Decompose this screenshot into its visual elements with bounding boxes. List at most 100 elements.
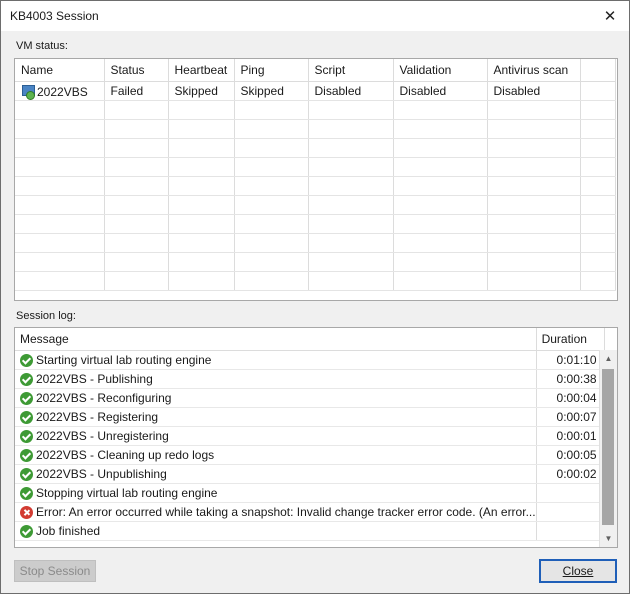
log-message-wrap: 2022VBS - Cleaning up redo logs <box>20 448 535 462</box>
empty-cell <box>580 271 616 291</box>
empty-cell <box>234 119 309 139</box>
empty-cell <box>487 214 581 234</box>
empty-cell <box>580 252 616 272</box>
log-message-cell: Starting virtual lab routing engine <box>15 350 537 370</box>
empty-cell <box>308 214 394 234</box>
check-circle-icon <box>20 486 33 500</box>
close-icon[interactable]: ✕ <box>597 4 623 28</box>
vm-value-validation: Disabled <box>399 84 447 98</box>
log-message-wrap: 2022VBS - Reconfiguring <box>20 391 535 405</box>
check-circle-icon <box>20 524 33 538</box>
log-row[interactable]: 2022VBS - Cleaning up redo logs 0:00:05 <box>15 445 605 465</box>
log-row[interactable]: Starting virtual lab routing engine 0:01:… <box>15 350 605 370</box>
log-message-cell: Job finished <box>15 521 537 541</box>
column-header-validation[interactable]: Validation <box>393 59 488 82</box>
empty-row <box>15 119 616 139</box>
empty-cell <box>393 214 488 234</box>
vm-cell-status: Failed <box>104 81 169 101</box>
empty-cell <box>234 176 309 196</box>
vm-status-label: VM status: <box>16 40 68 52</box>
log-message: 2022VBS - Unregistering <box>36 429 169 443</box>
empty-row <box>15 214 616 234</box>
close-button[interactable]: Close <box>539 559 617 583</box>
empty-cell <box>487 157 581 177</box>
log-message: 2022VBS - Publishing <box>36 372 153 386</box>
empty-cell <box>308 271 394 291</box>
vm-row[interactable]: 2022VBS Failed Skipped Skipped Disabled Disab… <box>15 81 616 101</box>
column-header-antivirus-scan[interactable]: Antivirus scan <box>487 59 581 82</box>
empty-cell <box>580 214 616 234</box>
log-row[interactable]: 2022VBS - Registering 0:00:07 <box>15 407 605 427</box>
empty-cell <box>15 138 105 158</box>
empty-cell <box>308 119 394 139</box>
empty-cell <box>580 233 616 253</box>
empty-row <box>15 252 616 272</box>
log-message-cell: Stopping virtual lab routing engine <box>15 483 537 503</box>
column-header-ping[interactable]: Ping <box>234 59 309 82</box>
log-row[interactable]: 2022VBS - Publishing 0:00:38 <box>15 369 605 389</box>
empty-cell <box>487 252 581 272</box>
close-label: Close <box>562 564 594 578</box>
scrollbar-thumb[interactable] <box>602 369 614 525</box>
empty-cell <box>168 176 235 196</box>
column-header-status[interactable]: Status <box>104 59 169 82</box>
empty-cell <box>308 157 394 177</box>
empty-cell <box>308 176 394 196</box>
check-circle-icon <box>20 391 33 405</box>
empty-cell <box>168 271 235 291</box>
empty-cell <box>393 138 488 158</box>
log-message: 2022VBS - Unpublishing <box>36 467 167 481</box>
log-duration: 0:01:10 <box>536 350 605 370</box>
scroll-down-arrow-icon[interactable]: ▼ <box>600 530 617 547</box>
log-row[interactable]: Stopping virtual lab routing engine <box>15 483 605 503</box>
column-header-heartbeat[interactable]: Heartbeat <box>168 59 235 82</box>
log-duration <box>536 521 605 541</box>
log-message-wrap: 2022VBS - Publishing <box>20 372 535 386</box>
column-header-name[interactable]: Name <box>15 59 105 82</box>
log-message-cell: 2022VBS - Registering <box>15 407 537 427</box>
log-message-cell: Error: An error occurred while taking a … <box>15 502 537 522</box>
empty-cell <box>308 138 394 158</box>
empty-row <box>15 138 616 158</box>
log-row[interactable]: 2022VBS - Unregistering 0:00:01 <box>15 426 605 446</box>
column-header-duration[interactable]: Duration <box>536 328 605 351</box>
log-row[interactable]: Error: An error occurred while taking a … <box>15 502 605 522</box>
check-circle-icon <box>20 429 33 443</box>
vm-value-name: 2022VBS <box>37 84 88 99</box>
log-row[interactable]: 2022VBS - Reconfiguring 0:00:04 <box>15 388 605 408</box>
session-log-table: Message Duration Starting virtual lab ro… <box>14 327 618 548</box>
log-message-cell: 2022VBS - Unregistering <box>15 426 537 446</box>
log-duration: 0:00:05 <box>536 445 605 465</box>
log-row[interactable]: 2022VBS - Unpublishing 0:00:02 <box>15 464 605 484</box>
column-header-message[interactable]: Message <box>15 328 537 351</box>
scroll-up-arrow-icon[interactable]: ▲ <box>600 350 617 367</box>
empty-cell <box>15 214 105 234</box>
log-message: Stopping virtual lab routing engine <box>36 486 218 500</box>
log-message: 2022VBS - Registering <box>36 410 159 424</box>
log-duration: 0:00:02 <box>536 464 605 484</box>
empty-cell <box>168 252 235 272</box>
stop-session-button[interactable]: Stop Session <box>14 560 96 582</box>
empty-cell <box>580 176 616 196</box>
empty-row <box>15 233 616 253</box>
log-row[interactable]: Job finished <box>15 521 605 541</box>
log-scrollbar[interactable]: ▲ ▼ <box>599 350 617 547</box>
vm-value-heartbeat: Skipped <box>174 84 218 98</box>
empty-cell <box>234 252 309 272</box>
window-title: KB4003 Session <box>10 9 99 23</box>
empty-cell <box>104 233 169 253</box>
check-circle-icon <box>20 467 33 481</box>
empty-cell <box>487 195 581 215</box>
empty-cell <box>15 252 105 272</box>
empty-cell <box>487 176 581 196</box>
empty-cell <box>168 233 235 253</box>
log-message-wrap: Starting virtual lab routing engine <box>20 353 535 367</box>
vm-cell-filler <box>580 81 616 101</box>
empty-cell <box>580 119 616 139</box>
empty-row <box>15 100 616 120</box>
log-message-cell: 2022VBS - Cleaning up redo logs <box>15 445 537 465</box>
empty-cell <box>393 252 488 272</box>
empty-cell <box>104 214 169 234</box>
column-header-script[interactable]: Script <box>308 59 394 82</box>
empty-cell <box>168 138 235 158</box>
